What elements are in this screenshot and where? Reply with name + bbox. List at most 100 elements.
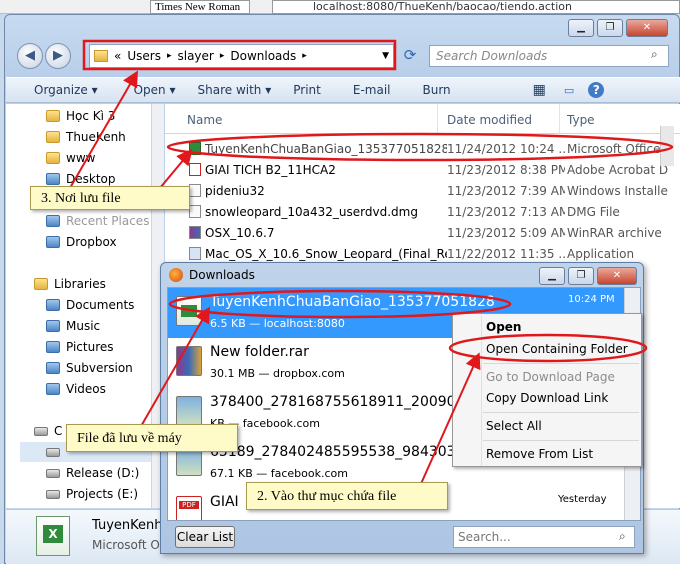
desktop-icon <box>46 173 60 185</box>
view-options-icon[interactable]: ▦ <box>533 82 546 98</box>
search-input[interactable]: Search Downloads <box>429 45 669 67</box>
column-type[interactable]: Type <box>567 113 595 127</box>
nav-item-music[interactable]: Music <box>46 316 100 336</box>
chevron-down-icon[interactable]: ▼ <box>382 51 389 61</box>
refresh-icon[interactable]: ⟳ <box>398 46 422 66</box>
organize-button[interactable]: Organize ▾ <box>34 83 98 97</box>
minimize-button[interactable]: ▁ <box>568 19 594 37</box>
font-name-box[interactable]: Times New Roman <box>150 0 250 14</box>
firefox-icon <box>169 268 183 282</box>
context-menu: Open Open Containing Folder Go to Downlo… <box>452 313 642 467</box>
nav-item-hoc-ki-3[interactable]: Học Kì 3 <box>46 106 115 126</box>
file-list-scrollbar[interactable] <box>660 126 674 166</box>
nav-item-www[interactable]: www <box>46 148 95 168</box>
clear-list-button[interactable]: Clear List <box>175 526 235 548</box>
nav-item-pictures[interactable]: Pictures <box>46 337 114 357</box>
open-button[interactable]: Open ▾ <box>134 83 176 97</box>
pdf-file-icon: PDF <box>176 496 202 520</box>
folder-icon <box>46 131 60 143</box>
nav-item-documents[interactable]: Documents <box>46 295 134 315</box>
nav-item-computer[interactable]: C <box>34 421 62 441</box>
address-bar[interactable]: « Users ▸ slayer ▸ Downloads ▸ ▼ <box>89 44 394 68</box>
details-file-name: TuyenKenh <box>92 518 163 533</box>
email-button[interactable]: E-mail <box>353 83 391 97</box>
drive-icon <box>46 489 60 499</box>
nav-item-subversion[interactable]: Subversion <box>46 358 133 378</box>
menu-item-open-containing-folder[interactable]: Open Containing Folder <box>486 342 628 356</box>
folder-icon <box>46 152 60 164</box>
chevron-right-icon[interactable]: ▸ <box>167 51 172 61</box>
music-icon <box>46 320 60 332</box>
breadcrumb-downloads[interactable]: Downloads <box>230 49 296 63</box>
nav-item-videos[interactable]: Videos <box>46 379 106 399</box>
close-button[interactable]: ✕ <box>597 267 637 285</box>
column-date-modified[interactable]: Date modified <box>447 113 532 127</box>
table-row[interactable]: pideniu32 11/23/2012 7:39 AM Windows Ins… <box>165 181 680 202</box>
nav-item-libraries[interactable]: Libraries <box>34 274 106 294</box>
breadcrumb-slayer[interactable]: slayer <box>177 49 213 63</box>
nav-item-thuekenh[interactable]: ThueKenh <box>46 127 126 147</box>
menu-separator <box>483 412 639 413</box>
menu-separator <box>483 363 639 364</box>
download-status: 67.1 KB — facebook.com <box>210 467 348 480</box>
share-with-button[interactable]: Share with ▾ <box>198 83 272 97</box>
nav-item-dropbox[interactable]: Dropbox <box>46 232 117 252</box>
breadcrumb-users[interactable]: Users <box>127 49 161 63</box>
table-row[interactable]: GIAI TICH B2_11HCA2 11/23/2012 8:38 PM A… <box>165 160 680 181</box>
preview-pane-icon[interactable]: ▭ <box>564 84 574 97</box>
table-row[interactable]: TuyenKenhChuaBanGiao_1353770518280 11/24… <box>165 139 680 160</box>
forward-button[interactable]: ▶ <box>45 43 71 69</box>
menu-item-select-all[interactable]: Select All <box>486 419 542 433</box>
downloads-search-input[interactable]: Search... <box>453 526 635 548</box>
print-button[interactable]: Print <box>293 83 321 97</box>
chevron-right-icon[interactable]: ▸ <box>302 51 307 61</box>
table-row[interactable]: snowleopard_10a432_userdvd.dmg 11/23/201… <box>165 202 680 223</box>
download-name: TuyenKenhChuaBanGiao_1353770518280.xls <box>210 294 495 310</box>
burn-button[interactable]: Burn <box>422 83 450 97</box>
pdf-file-icon <box>189 163 201 176</box>
nav-item-release-d[interactable]: Release (D:) <box>46 463 139 483</box>
computer-icon <box>34 426 48 436</box>
search-icon[interactable]: ⌕ <box>651 47 658 62</box>
excel-file-icon <box>176 296 202 326</box>
column-name[interactable]: Name <box>187 113 222 127</box>
menu-item-go-to-download-page: Go to Download Page <box>486 370 615 384</box>
column-divider[interactable] <box>559 104 560 134</box>
drive-icon <box>46 447 60 457</box>
excel-file-icon <box>189 142 201 155</box>
rar-archive-icon <box>176 346 202 376</box>
chevron-right-icon[interactable]: ▸ <box>220 51 225 61</box>
maximize-button[interactable]: ❐ <box>597 19 623 37</box>
download-status: KB — facebook.com <box>210 417 320 430</box>
menu-item-open[interactable]: Open <box>486 320 521 334</box>
menu-item-remove-from-list[interactable]: Remove From List <box>486 447 593 461</box>
breadcrumb-overflow[interactable]: « <box>114 49 121 63</box>
download-time: 10:24 PM <box>568 294 615 305</box>
recent-places-icon <box>46 215 60 227</box>
menu-item-copy-download-link[interactable]: Copy Download Link <box>486 391 608 405</box>
library-icon <box>34 278 48 290</box>
close-button[interactable]: ✕ <box>626 19 668 37</box>
browser-url-bar[interactable]: localhost:8080/ThueKenh/baocao/tiendo.ac… <box>272 0 680 14</box>
search-icon[interactable]: ⌕ <box>619 529 626 544</box>
nav-item-projects-e[interactable]: Projects (E:) <box>46 484 138 504</box>
installer-file-icon <box>189 184 201 197</box>
nav-item-recent-places[interactable]: Recent Places <box>46 211 149 231</box>
help-icon[interactable]: ? <box>588 82 605 98</box>
image-file-icon <box>176 396 202 426</box>
back-button[interactable]: ◀ <box>17 43 43 69</box>
download-status: 6.5 KB — localhost:8080 <box>210 317 345 330</box>
table-row[interactable]: OSX_10.6.7 11/23/2012 5:09 AM WinRAR arc… <box>165 223 680 244</box>
excel-file-icon: X <box>36 516 70 556</box>
callout-step-3: 3. Nơi lưu file <box>30 186 190 210</box>
dmg-file-icon <box>189 205 201 218</box>
maximize-button[interactable]: ❐ <box>568 267 594 285</box>
minimize-button[interactable]: ▁ <box>539 267 565 285</box>
callout-step-2: 2. Vào thư mục chứa file <box>246 482 448 510</box>
column-divider[interactable] <box>437 104 438 134</box>
menu-separator <box>483 440 639 441</box>
videos-icon <box>46 383 60 395</box>
dropbox-icon <box>46 236 60 248</box>
background-app-strip: Times New Roman localhost:8080/ThueKenh/… <box>0 0 680 14</box>
column-header-row: Name Date modified Type <box>165 104 680 134</box>
